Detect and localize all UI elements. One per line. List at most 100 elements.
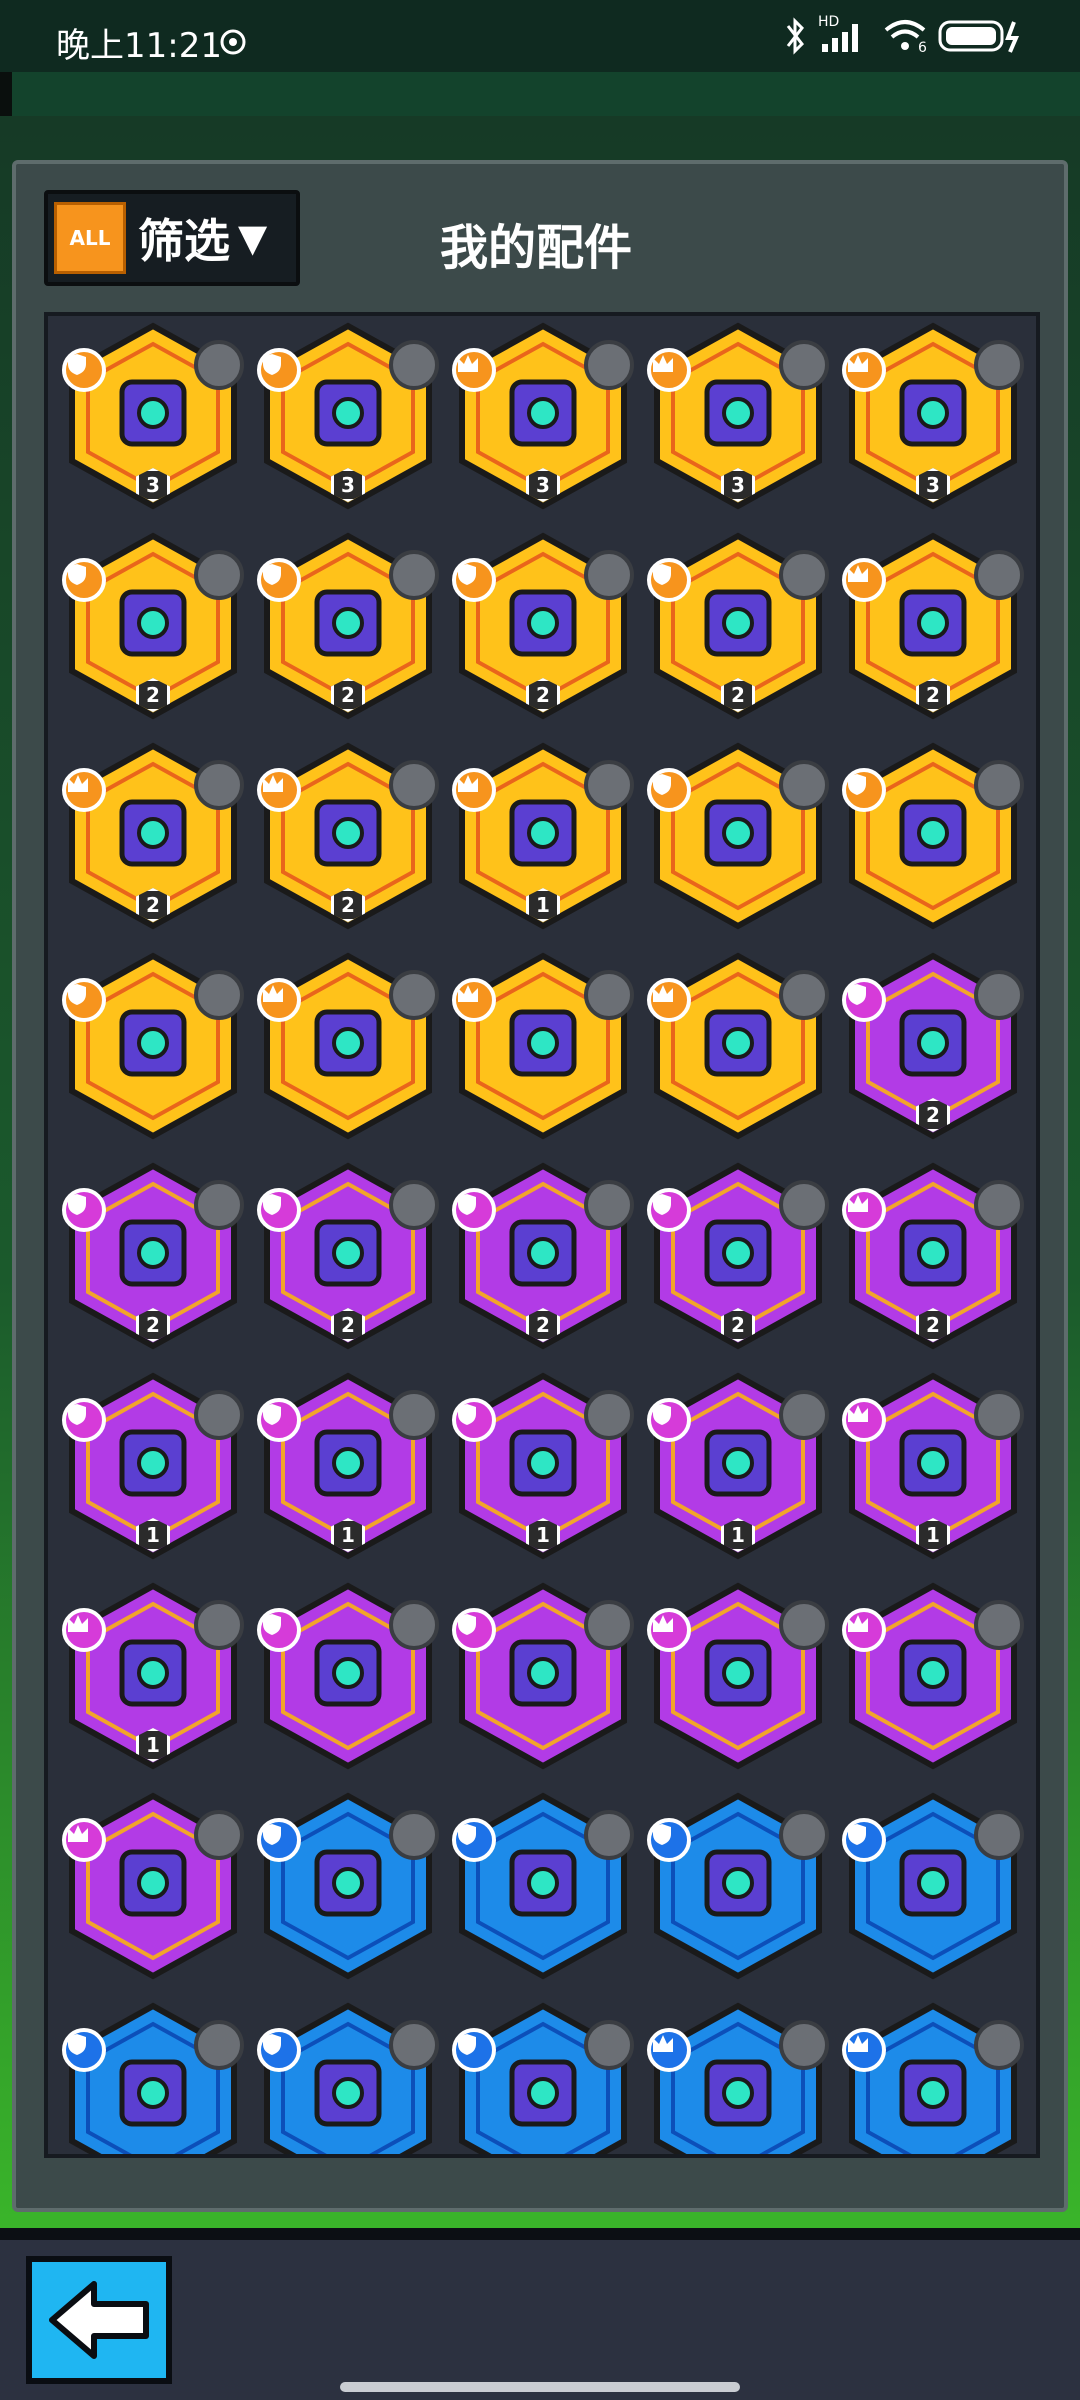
owner-avatar-icon bbox=[779, 1810, 829, 1860]
owner-avatar-icon bbox=[389, 2020, 439, 2070]
owner-avatar-icon bbox=[779, 2020, 829, 2070]
owner-avatar-icon bbox=[974, 760, 1024, 810]
part-item[interactable] bbox=[836, 736, 1030, 930]
owner-avatar-icon bbox=[584, 970, 634, 1020]
part-item[interactable] bbox=[641, 1576, 835, 1770]
dropdown-arrow-icon: ▼ bbox=[238, 216, 268, 260]
owner-avatar-icon bbox=[974, 1180, 1024, 1230]
crown-icon bbox=[647, 1608, 691, 1652]
top-band bbox=[0, 72, 1080, 116]
shield-icon bbox=[647, 1818, 691, 1862]
part-item[interactable]: 3 bbox=[836, 316, 1030, 510]
part-item[interactable] bbox=[836, 1786, 1030, 1980]
parts-grid: 3333322222221222222111111 bbox=[44, 312, 1040, 2158]
part-item[interactable]: 1 bbox=[251, 1366, 445, 1560]
status-time: 晚上11:21 bbox=[56, 26, 222, 66]
part-item[interactable]: 1 bbox=[56, 1366, 250, 1560]
panel-header: ALL 筛选 ▼ 我的配件 bbox=[44, 190, 1036, 290]
part-item[interactable]: 2 bbox=[836, 946, 1030, 1140]
part-item[interactable] bbox=[251, 1576, 445, 1770]
part-item[interactable]: 1 bbox=[56, 1576, 250, 1770]
part-item[interactable]: 2 bbox=[836, 526, 1030, 720]
part-item[interactable] bbox=[56, 946, 250, 1140]
part-item[interactable]: 2 bbox=[446, 526, 640, 720]
shield-icon bbox=[647, 1188, 691, 1232]
owner-avatar-icon bbox=[974, 1390, 1024, 1440]
part-item[interactable]: 2 bbox=[251, 1156, 445, 1350]
owner-avatar-icon bbox=[974, 1600, 1024, 1650]
home-indicator[interactable] bbox=[340, 2382, 740, 2392]
part-item[interactable] bbox=[641, 1996, 835, 2154]
filter-button[interactable]: ALL 筛选 ▼ bbox=[44, 190, 300, 286]
shield-icon bbox=[62, 558, 106, 602]
back-arrow-icon bbox=[49, 2281, 149, 2359]
wifi-6-label: 6 bbox=[918, 40, 927, 56]
part-item[interactable] bbox=[641, 946, 835, 1140]
part-item[interactable] bbox=[446, 1786, 640, 1980]
part-item[interactable] bbox=[251, 1996, 445, 2154]
shield-icon bbox=[257, 1398, 301, 1442]
back-button[interactable] bbox=[26, 2256, 172, 2384]
part-item[interactable]: 2 bbox=[641, 526, 835, 720]
part-item[interactable] bbox=[56, 1786, 250, 1980]
bluetooth-icon bbox=[786, 17, 804, 55]
part-item[interactable]: 2 bbox=[641, 1156, 835, 1350]
shield-icon bbox=[257, 558, 301, 602]
owner-avatar-icon bbox=[974, 1810, 1024, 1860]
part-item[interactable]: 2 bbox=[251, 736, 445, 930]
part-item[interactable] bbox=[836, 1576, 1030, 1770]
owner-avatar-icon bbox=[584, 340, 634, 390]
shield-icon bbox=[62, 348, 106, 392]
part-item[interactable] bbox=[446, 1576, 640, 1770]
shield-icon bbox=[452, 1608, 496, 1652]
owner-avatar-icon bbox=[584, 1180, 634, 1230]
part-item[interactable] bbox=[251, 946, 445, 1140]
owner-avatar-icon bbox=[584, 1810, 634, 1860]
part-item[interactable]: 3 bbox=[56, 316, 250, 510]
part-item[interactable]: 2 bbox=[251, 526, 445, 720]
shield-icon bbox=[452, 1398, 496, 1442]
owner-avatar-icon bbox=[779, 1180, 829, 1230]
part-item[interactable] bbox=[641, 736, 835, 930]
owner-avatar-icon bbox=[389, 760, 439, 810]
part-item[interactable]: 2 bbox=[446, 1156, 640, 1350]
part-item[interactable]: 1 bbox=[641, 1366, 835, 1560]
part-item[interactable]: 2 bbox=[56, 526, 250, 720]
crown-icon bbox=[842, 558, 886, 602]
shield-icon bbox=[452, 2028, 496, 2072]
shield-icon bbox=[62, 2028, 106, 2072]
part-item[interactable] bbox=[641, 1786, 835, 1980]
part-item[interactable] bbox=[446, 1996, 640, 2154]
crown-icon bbox=[842, 1398, 886, 1442]
owner-avatar-icon bbox=[584, 760, 634, 810]
owner-avatar-icon bbox=[389, 550, 439, 600]
crown-icon bbox=[62, 768, 106, 812]
part-item[interactable]: 1 bbox=[446, 736, 640, 930]
owner-avatar-icon bbox=[584, 2020, 634, 2070]
part-item[interactable]: 3 bbox=[251, 316, 445, 510]
part-item[interactable] bbox=[251, 1786, 445, 1980]
part-item[interactable]: 2 bbox=[56, 1156, 250, 1350]
part-item[interactable]: 1 bbox=[836, 1366, 1030, 1560]
owner-avatar-icon bbox=[779, 970, 829, 1020]
owner-avatar-icon bbox=[779, 1390, 829, 1440]
owner-avatar-icon bbox=[389, 1810, 439, 1860]
shield-icon bbox=[842, 1818, 886, 1862]
part-item[interactable]: 1 bbox=[446, 1366, 640, 1560]
owner-avatar-icon bbox=[194, 1390, 244, 1440]
shield-icon bbox=[62, 1398, 106, 1442]
owner-avatar-icon bbox=[779, 760, 829, 810]
part-item[interactable] bbox=[836, 1996, 1030, 2154]
owner-avatar-icon bbox=[974, 2020, 1024, 2070]
part-item[interactable]: 2 bbox=[836, 1156, 1030, 1350]
part-item[interactable] bbox=[446, 946, 640, 1140]
shield-icon bbox=[647, 768, 691, 812]
part-item[interactable] bbox=[56, 1996, 250, 2154]
part-item[interactable]: 2 bbox=[56, 736, 250, 930]
part-item[interactable]: 3 bbox=[641, 316, 835, 510]
owner-avatar-icon bbox=[974, 340, 1024, 390]
crown-icon bbox=[452, 978, 496, 1022]
shield-icon bbox=[647, 558, 691, 602]
part-item[interactable]: 3 bbox=[446, 316, 640, 510]
crown-icon bbox=[452, 348, 496, 392]
